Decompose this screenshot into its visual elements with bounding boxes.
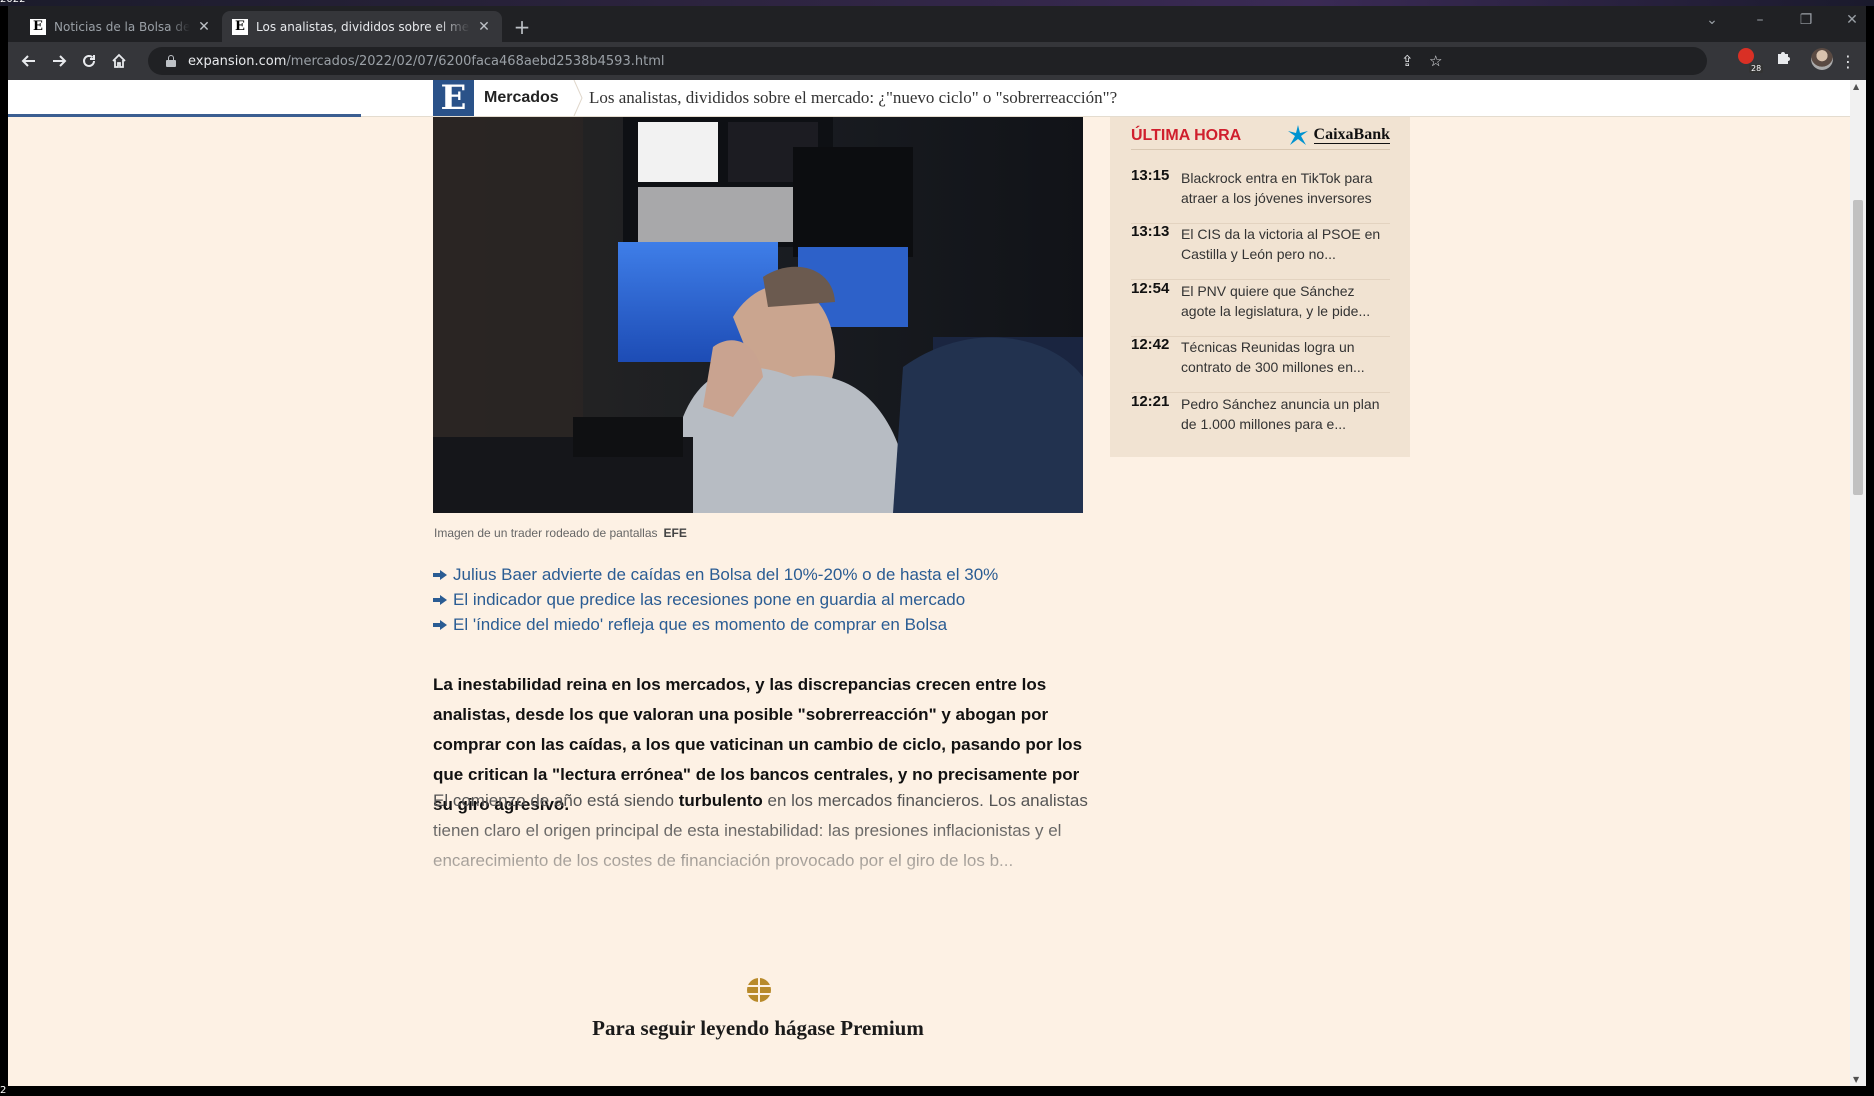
forward-button[interactable] <box>48 50 70 72</box>
section-name[interactable]: Mercados <box>484 89 559 107</box>
caixabank-star-icon <box>1287 125 1308 145</box>
tab-analistas[interactable]: E Los analistas, divididos sobre el merc… <box>222 11 502 42</box>
profile-avatar[interactable] <box>1811 48 1833 70</box>
restore-button[interactable]: ❐ <box>1794 12 1818 28</box>
expansion-favicon-icon: E <box>232 18 248 35</box>
page-scrollbar[interactable]: ▲ ▼ <box>1850 80 1866 1086</box>
bookmark-star-icon[interactable]: ☆ <box>1429 52 1442 70</box>
expansion-logo[interactable]: E <box>433 80 474 118</box>
browser-window: E Noticias de la Bolsa de Hoy. Inversión… <box>8 6 1866 1086</box>
premium-title: Para seguir leyendo hágase Premium <box>592 1016 924 1040</box>
menu-kebab-icon[interactable]: ⋮ <box>1837 50 1859 72</box>
minimize-button[interactable]: – <box>1748 12 1772 28</box>
arrow-right-icon <box>53 55 67 67</box>
tab-title: Noticias de la Bolsa de Hoy. Inversión <box>54 19 190 34</box>
close-tab-icon[interactable]: ✕ <box>476 19 492 35</box>
url-text: expansion.com/mercados/2022/02/07/6200fa… <box>188 53 665 69</box>
reading-progress-bar <box>8 114 361 117</box>
header-separator <box>573 80 583 116</box>
hero-image <box>433 117 1083 513</box>
breaking-news-item[interactable]: 12:21 Pedro Sánchez anuncia un plan de 1.… <box>1131 393 1390 449</box>
paywall-fade <box>433 820 1103 920</box>
home-icon <box>112 53 126 68</box>
trader-photo <box>433 117 1083 513</box>
arrow-right-icon <box>433 620 447 630</box>
breaking-news-item[interactable]: 13:15 Blackrock entra en TikTok para atra… <box>1131 167 1390 224</box>
scrollbar-thumb[interactable] <box>1853 200 1863 495</box>
extensions-puzzle-icon[interactable] <box>1775 48 1797 70</box>
reload-button[interactable] <box>78 50 100 72</box>
premium-globe-icon <box>747 978 771 1002</box>
close-tab-icon[interactable]: ✕ <box>196 19 212 35</box>
browser-toolbar: expansion.com/mercados/2022/02/07/6200fa… <box>8 42 1866 80</box>
address-bar[interactable]: expansion.com/mercados/2022/02/07/6200fa… <box>148 47 1707 75</box>
breaking-news-item[interactable]: 12:42 Técnicas Reunidas logra un contrato… <box>1131 336 1390 393</box>
related-link-2[interactable]: El indicador que predice las recesiones … <box>433 590 1033 610</box>
related-link-1[interactable]: Julius Baer advierte de caídas en Bolsa … <box>433 565 1033 585</box>
desktop-clock-fragment: 2022 <box>0 0 25 5</box>
reload-icon <box>83 54 95 67</box>
expansion-favicon-icon: E <box>30 18 46 35</box>
breaking-news-item[interactable]: 12:54 El PNV quiere que Sánchez agote la … <box>1131 280 1390 337</box>
tab-strip: E Noticias de la Bolsa de Hoy. Inversión… <box>8 6 1866 42</box>
arrow-left-icon <box>21 55 35 67</box>
back-button[interactable] <box>18 50 40 72</box>
arrow-right-icon <box>433 595 447 605</box>
share-icon[interactable]: ⇪ <box>1401 52 1414 70</box>
caixabank-logo[interactable]: CaixaBank <box>1286 125 1390 145</box>
scroll-down-icon[interactable]: ▼ <box>1853 1075 1859 1084</box>
extension-badge-count: 28 <box>1749 64 1764 73</box>
sticky-article-header: E Mercados Los analistas, divididos sobr… <box>8 80 1850 118</box>
home-button[interactable] <box>108 50 130 72</box>
breaking-news-header: ÚLTIMA HORA CaixaBank <box>1131 125 1390 150</box>
scroll-up-icon[interactable]: ▲ <box>1853 82 1859 91</box>
close-window-button[interactable]: ✕ <box>1840 12 1864 28</box>
image-credit: EFE <box>663 526 687 540</box>
related-link-3[interactable]: El 'índice del miedo' refleja que es mom… <box>433 615 1033 635</box>
tab-title: Los analistas, divididos sobre el mercad… <box>256 19 470 34</box>
arrow-right-icon <box>433 570 447 580</box>
tab-search-icon[interactable]: ⌄ <box>1700 12 1724 28</box>
breaking-news-title: ÚLTIMA HORA <box>1131 127 1242 144</box>
image-caption: Imagen de un trader rodeado de pantallas… <box>434 526 687 540</box>
new-tab-button[interactable]: + <box>511 15 533 39</box>
lock-icon[interactable] <box>166 55 176 67</box>
breaking-news-item[interactable]: 13:13 El CIS da la victoria al PSOE en Ca… <box>1131 223 1390 280</box>
tab-noticias[interactable]: E Noticias de la Bolsa de Hoy. Inversión… <box>20 11 222 42</box>
extension-red-icon[interactable] <box>1738 48 1754 64</box>
desktop-taskbar-fragment: 2 <box>0 1085 7 1096</box>
sticky-headline: Los analistas, divididos sobre el mercad… <box>589 88 1118 107</box>
breaking-news-box: ÚLTIMA HORA CaixaBank 13:15 Blackrock ent… <box>1110 117 1410 457</box>
page-viewport: E Mercados Los analistas, divididos sobr… <box>8 80 1858 1086</box>
